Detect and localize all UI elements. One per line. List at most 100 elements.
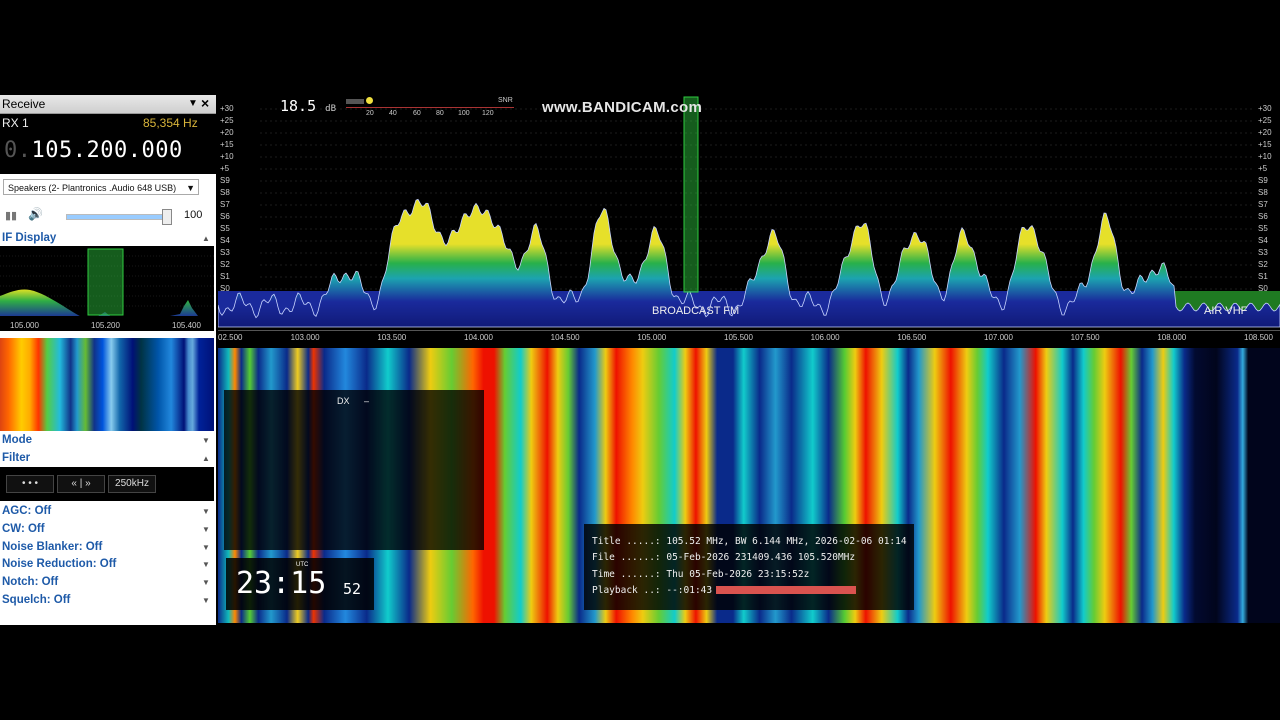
db-label: +15 xyxy=(1258,140,1272,149)
db-label: S6 xyxy=(1258,212,1268,221)
if-display-spectrum[interactable]: 105.000 105.200 105.400 xyxy=(0,246,214,331)
db-label: +5 xyxy=(220,164,230,173)
frequency-label: 108.500 xyxy=(1244,333,1273,342)
snr-label: SNR xyxy=(498,97,513,104)
snr-unit: dB xyxy=(325,104,336,114)
clock-seconds: 52 xyxy=(343,580,362,598)
db-label: +10 xyxy=(220,152,234,161)
spectrum-display[interactable]: BROADCAST FM AIR VHF xyxy=(218,95,1280,330)
if-tick-3: 105.400 xyxy=(172,321,201,330)
dx-label: DX xyxy=(337,396,350,406)
noise-reduction-menu[interactable]: Noise Reduction: Off xyxy=(2,558,116,570)
expand-icon[interactable]: ▼ xyxy=(202,436,210,445)
bandicam-watermark: www.BANDICAM.com xyxy=(542,99,703,116)
mode-header[interactable]: Mode xyxy=(2,434,32,446)
squelch-menu[interactable]: Squelch: Off xyxy=(2,594,70,606)
freq-prefix: 0. xyxy=(4,138,32,163)
snr-scale-60: 60 xyxy=(413,110,421,117)
cw-menu[interactable]: CW: Off xyxy=(2,523,45,535)
snr-readout: 18.5 dB xyxy=(280,97,336,115)
frequency-label: 104.500 xyxy=(550,333,580,342)
filter-dots-button[interactable]: • • • xyxy=(6,475,54,493)
dropdown-icon[interactable]: ▼ xyxy=(188,98,198,109)
frequency-label: 103.000 xyxy=(290,333,320,342)
filter-center-button[interactable]: « | » xyxy=(57,475,105,493)
db-label: S6 xyxy=(220,212,230,221)
db-label: +15 xyxy=(220,140,234,149)
db-label: S1 xyxy=(220,272,230,281)
chevron-down-icon[interactable]: ▼ xyxy=(202,578,210,587)
speaker-icon[interactable]: 🔊 xyxy=(28,207,43,221)
db-label: S9 xyxy=(1258,176,1268,185)
db-label: +25 xyxy=(220,116,234,125)
axis-line xyxy=(218,330,1280,331)
chevron-down-icon[interactable]: ▼ xyxy=(202,525,210,534)
snr-scale-120: 120 xyxy=(482,110,494,117)
frequency-offset: 85,354 Hz xyxy=(143,116,198,130)
frequency-label: 107.000 xyxy=(984,333,1013,342)
filter-width-button[interactable]: 250kHz xyxy=(108,475,156,493)
db-label: S8 xyxy=(1258,188,1268,197)
notch-menu[interactable]: Notch: Off xyxy=(2,576,58,588)
snr-meter-block xyxy=(346,99,364,104)
db-label: +5 xyxy=(1258,164,1268,173)
db-label: +20 xyxy=(1258,128,1272,137)
volume-slider[interactable] xyxy=(66,209,172,225)
db-label: S8 xyxy=(220,188,230,197)
panel-title: Receive xyxy=(2,97,46,111)
chevron-down-icon[interactable]: ▼ xyxy=(202,507,210,516)
agc-menu[interactable]: AGC: Off xyxy=(2,505,51,517)
db-label: S0 xyxy=(1258,284,1268,293)
close-icon[interactable]: × xyxy=(201,95,209,111)
frequency-label: 107.500 xyxy=(1070,333,1100,342)
snr-scale-40: 40 xyxy=(389,110,397,117)
db-label: S5 xyxy=(220,224,230,233)
volume-thumb[interactable] xyxy=(161,209,172,225)
frequency-label: 105.000 xyxy=(637,333,667,342)
levels-icon[interactable]: ▮▮ xyxy=(5,209,17,222)
snr-value: 18.5 xyxy=(280,97,317,115)
vfo-frequency[interactable]: 0.105.200.000 xyxy=(4,138,183,163)
frequency-display[interactable]: RX 1 85,354 Hz 0.105.200.000 xyxy=(0,114,216,174)
db-label: +20 xyxy=(220,128,234,137)
dx-value: – xyxy=(364,396,370,406)
audio-device-select[interactable]: Speakers (2- Plantronics .Audio 648 USB)… xyxy=(3,179,199,195)
db-label: +10 xyxy=(1258,152,1272,161)
spectrum-svg xyxy=(218,96,1280,328)
if-display-header[interactable]: IF Display xyxy=(2,232,56,244)
frequency-label: 02.500 xyxy=(218,333,243,342)
db-label: S2 xyxy=(220,260,230,269)
clock-hours-minutes: 23:15 xyxy=(236,566,327,601)
playback-progress-bar[interactable] xyxy=(716,586,856,594)
noise-blanker-menu[interactable]: Noise Blanker: Off xyxy=(2,541,102,553)
db-label: +25 xyxy=(1258,116,1272,125)
freq-main: 105.200.000 xyxy=(31,138,183,163)
filter-header[interactable]: Filter xyxy=(2,452,30,464)
snr-scale-20: 20 xyxy=(366,110,374,117)
collapse-icon[interactable]: ▲ xyxy=(202,454,210,463)
db-label: S2 xyxy=(1258,260,1268,269)
volume-fill xyxy=(67,215,166,219)
chevron-down-icon[interactable]: ▼ xyxy=(202,543,210,552)
db-label: +30 xyxy=(220,104,234,113)
frequency-label: 104.000 xyxy=(464,333,493,342)
frequency-label: 106.000 xyxy=(810,333,840,342)
chevron-down-icon[interactable]: ▼ xyxy=(202,560,210,569)
if-waterfall[interactable] xyxy=(0,338,214,431)
db-label: S5 xyxy=(1258,224,1268,233)
chevron-down-icon[interactable]: ▼ xyxy=(202,596,210,605)
snr-meter-line xyxy=(346,107,514,108)
snr-scale-100: 100 xyxy=(458,110,470,117)
db-label: S7 xyxy=(220,200,230,209)
frequency-label: 106.500 xyxy=(897,333,927,342)
if-spectrum-svg xyxy=(0,248,214,331)
snr-meter-dot xyxy=(366,97,373,104)
frequency-label: 105.500 xyxy=(724,333,753,342)
db-label: S9 xyxy=(220,176,230,185)
db-label: S1 xyxy=(1258,272,1268,281)
info-playback: Playback ..: --:01:43 xyxy=(592,585,713,596)
band-broadcast-fm: BROADCAST FM xyxy=(652,305,740,317)
band-air-vhf: AIR VHF xyxy=(1204,305,1248,317)
db-label: S0 xyxy=(220,284,230,293)
collapse-icon[interactable]: ▲ xyxy=(202,234,210,243)
